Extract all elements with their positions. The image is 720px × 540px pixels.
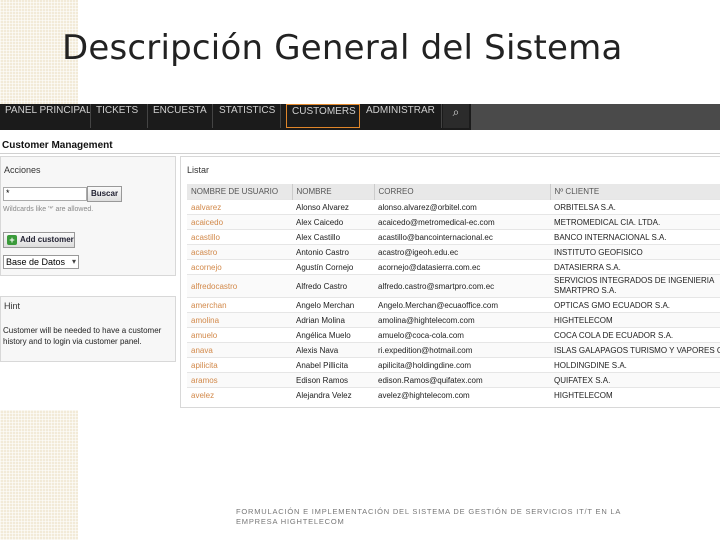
- cell-name: Alex Castillo: [292, 229, 374, 245]
- cell-name: Adrian Molina: [292, 312, 374, 328]
- slide-title: Descripción General del Sistema: [62, 28, 623, 68]
- cell-username[interactable]: anava: [187, 342, 292, 358]
- nav-administrar[interactable]: ADMINISTRAR: [361, 104, 442, 128]
- cell-name: Angélica Muelo: [292, 327, 374, 343]
- cell-email: acastro@igeoh.edu.ec: [374, 244, 550, 260]
- table-row[interactable]: avelez Alejandra Velez avelez@hightelecom.…: [187, 387, 720, 402]
- source-select-value: Base de Datos: [6, 257, 66, 267]
- col-header-username[interactable]: NOMBRE DE USUARIO: [187, 184, 293, 200]
- cell-email: amolina@hightelecom.com: [374, 312, 550, 328]
- col-header-name[interactable]: NOMBRE: [292, 184, 375, 200]
- cell-email: Angelo.Merchan@ecuaoffice.com: [374, 297, 550, 313]
- list-heading: Listar: [187, 165, 210, 175]
- nav-panel-principal[interactable]: PANEL PRINCIPAL: [0, 104, 91, 128]
- cell-name: Alonso Alvarez: [292, 199, 374, 215]
- cell-username[interactable]: amuelo: [187, 327, 292, 343]
- hint-heading: Hint: [4, 301, 21, 311]
- cell-name: Anabel Pillicita: [292, 357, 374, 373]
- table-row[interactable]: acastillo Alex Castillo acastillo@bancoint…: [187, 229, 720, 245]
- cell-username[interactable]: acastro: [187, 244, 292, 260]
- top-navbar: PANEL PRINCIPAL TICKETS ENCUESTA STATIST…: [0, 104, 720, 130]
- cell-username[interactable]: amerchan: [187, 297, 292, 313]
- cell-customer-id: DATASIERRA S.A.: [550, 259, 720, 275]
- cell-name: Angelo Merchan: [292, 297, 374, 313]
- table-row[interactable]: acornejo Agustín Cornejo acornejo@datasier…: [187, 259, 720, 275]
- add-customer-button[interactable]: + Add customer: [3, 232, 75, 248]
- cell-name: Agustín Cornejo: [292, 259, 374, 275]
- add-customer-label: Add customer: [20, 235, 74, 244]
- cell-customer-id: METROMEDICAL CIA. LTDA.: [550, 214, 720, 230]
- cell-email: edison.Ramos@quifatex.com: [374, 372, 550, 388]
- cell-customer-id: INSTITUTO GEOFISICO: [550, 244, 720, 260]
- cell-username[interactable]: amolina: [187, 312, 292, 328]
- table-row[interactable]: aramos Edison Ramos edison.Ramos@quifatex.…: [187, 372, 720, 388]
- page-title: Customer Management: [2, 140, 113, 151]
- cell-customer-id: COCA COLA DE ECUADOR S.A.: [550, 327, 720, 343]
- cell-email: avelez@hightelecom.com: [374, 387, 550, 402]
- hint-text: Customer will be needed to have a custom…: [3, 326, 162, 346]
- cell-customer-id: SERVICIOS INTEGRADOS DE INGENIERIA SMART…: [550, 274, 720, 298]
- col-header-customer-id[interactable]: Nº CLIENTE: [550, 184, 720, 200]
- cell-username[interactable]: acastillo: [187, 229, 292, 245]
- wildcards-note: Wildcards like '*' are allowed.: [3, 206, 94, 213]
- cell-email: alonso.alvarez@orbitel.com: [374, 199, 550, 215]
- table-row[interactable]: amolina Adrian Molina amolina@hightelecom.…: [187, 312, 720, 328]
- cell-email: amuelo@coca-cola.com: [374, 327, 550, 343]
- cell-customer-id: OPTICAS GMO ECUADOR S.A.: [550, 297, 720, 313]
- search-icon[interactable]: ⌕: [443, 104, 469, 128]
- nav-encuesta[interactable]: ENCUESTA: [148, 104, 213, 128]
- cell-name: Alejandra Velez: [292, 387, 374, 402]
- cell-customer-id: HOLDINGDINE S.A.: [550, 357, 720, 373]
- cell-customer-id: BANCO INTERNACIONAL S.A.: [550, 229, 720, 245]
- plus-icon: +: [7, 235, 17, 245]
- cell-name: Alexis Nava: [292, 342, 374, 358]
- cell-email: ri.expedition@hotmail.com: [374, 342, 550, 358]
- cell-email: apilicita@holdingdine.com: [374, 357, 550, 373]
- nav-tickets[interactable]: TICKETS: [91, 104, 148, 128]
- cell-customer-id: ORBITELSA S.A.: [550, 199, 720, 215]
- cell-email: acastillo@bancointernacional.ec: [374, 229, 550, 245]
- cell-username[interactable]: alfredocastro: [187, 274, 292, 298]
- cell-username[interactable]: apilicita: [187, 357, 292, 373]
- cell-name: Alex Caicedo: [292, 214, 374, 230]
- table-row[interactable]: aalvarez Alonso Alvarez alonso.alvarez@orb…: [187, 199, 720, 215]
- app-screenshot: PANEL PRINCIPAL TICKETS ENCUESTA STATIST…: [0, 104, 720, 410]
- cell-customer-id: ISLAS GALAPAGOS TURISMO Y VAPORES CA: [550, 342, 720, 358]
- table-row[interactable]: amuelo Angélica Muelo amuelo@coca-cola.com…: [187, 327, 720, 343]
- table-row[interactable]: acastro Antonio Castro acastro@igeoh.edu.e…: [187, 244, 720, 260]
- navbar-filler: [471, 104, 720, 130]
- cell-name: Antonio Castro: [292, 244, 374, 260]
- cell-name: Edison Ramos: [292, 372, 374, 388]
- cell-username[interactable]: aramos: [187, 372, 292, 388]
- search-input[interactable]: *: [3, 187, 87, 201]
- source-select[interactable]: Base de Datos ▾: [3, 255, 79, 269]
- cell-username[interactable]: acaicedo: [187, 214, 292, 230]
- col-header-email[interactable]: CORREO: [374, 184, 551, 200]
- cell-customer-id: QUIFATEX S.A.: [550, 372, 720, 388]
- cell-username[interactable]: aalvarez: [187, 199, 292, 215]
- nav-statistics[interactable]: STATISTICS: [214, 104, 281, 128]
- nav-customers[interactable]: CUSTOMERS: [286, 104, 360, 128]
- search-button[interactable]: Buscar: [87, 186, 122, 202]
- actions-heading: Acciones: [4, 165, 41, 175]
- customer-table: NOMBRE DE USUARIO NOMBRE CORREO Nº CLIEN…: [187, 184, 720, 402]
- table-row[interactable]: anava Alexis Nava ri.expedition@hotmail.co…: [187, 342, 720, 358]
- table-row[interactable]: alfredocastro Alfredo Castro alfredo.castr…: [187, 274, 720, 298]
- cell-email: alfredo.castro@smartpro.com.ec: [374, 274, 550, 298]
- cell-username[interactable]: avelez: [187, 387, 292, 402]
- table-header-row: NOMBRE DE USUARIO NOMBRE CORREO Nº CLIEN…: [187, 184, 720, 200]
- chevron-down-icon: ▾: [71, 257, 76, 266]
- table-row[interactable]: acaicedo Alex Caicedo acaicedo@metromedica…: [187, 214, 720, 230]
- cell-customer-id: HIGHTELECOM: [550, 312, 720, 328]
- slide-footer: FORMULACIÓN E IMPLEMENTACIÓN DEL SISTEMA…: [236, 507, 621, 526]
- table-row[interactable]: amerchan Angelo Merchan Angelo.Merchan@ecu…: [187, 297, 720, 313]
- table-row[interactable]: apilicita Anabel Pillicita apilicita@holdi…: [187, 357, 720, 373]
- divider: [0, 153, 720, 154]
- cell-username[interactable]: acornejo: [187, 259, 292, 275]
- cell-name: Alfredo Castro: [292, 274, 374, 298]
- cell-customer-id: HIGHTELECOM: [550, 387, 720, 402]
- cell-email: acornejo@datasierra.com.ec: [374, 259, 550, 275]
- cell-email: acaicedo@metromedical-ec.com: [374, 214, 550, 230]
